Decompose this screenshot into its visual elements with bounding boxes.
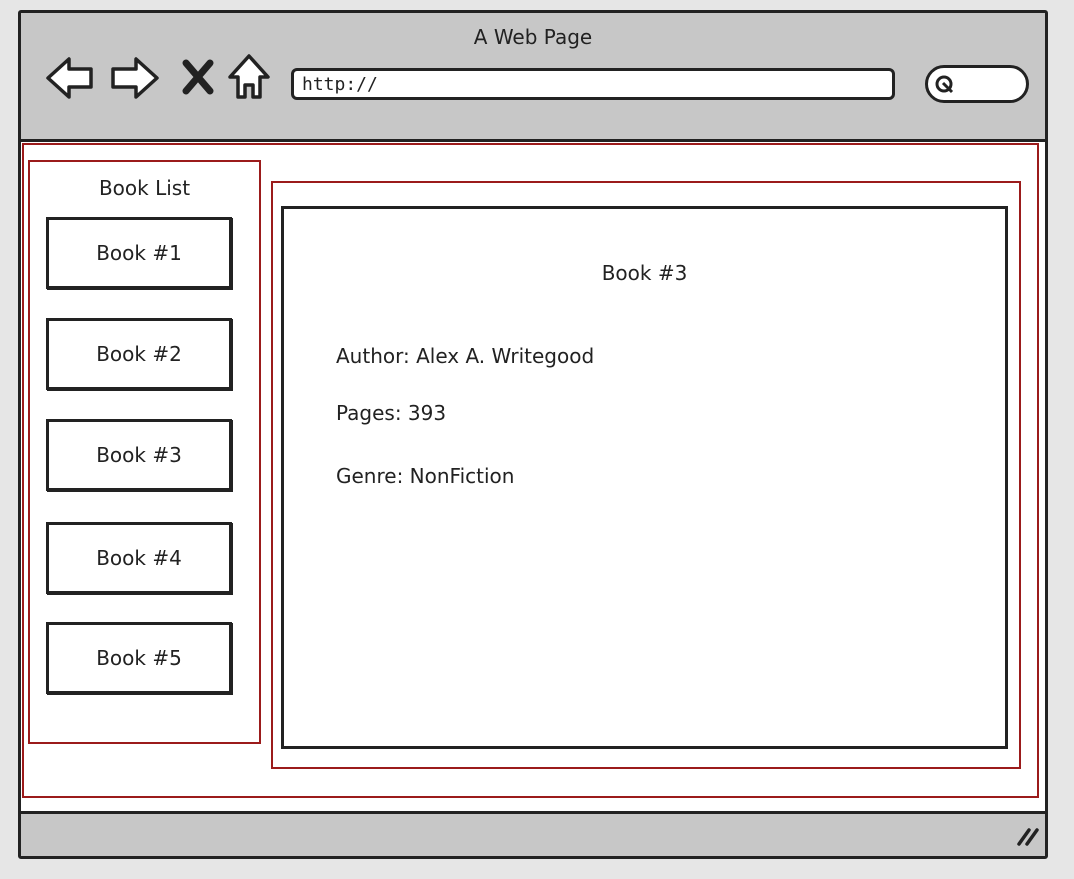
- book-pages: Pages: 393: [336, 401, 447, 425]
- url-text: http://: [302, 74, 378, 95]
- address-bar[interactable]: http://: [291, 68, 895, 100]
- forward-arrow-icon[interactable]: [109, 55, 161, 105]
- book-list-sidebar: Book List Book #1 Book #2 Book #3 Book #…: [28, 160, 261, 744]
- home-icon[interactable]: [227, 53, 271, 105]
- browser-toolbar: A Web Page http://: [21, 13, 1045, 142]
- search-icon: [935, 75, 954, 94]
- book-4-button[interactable]: Book #4: [46, 522, 232, 594]
- book-3-button[interactable]: Book #3: [46, 419, 232, 491]
- book-genre: Genre: NonFiction: [336, 464, 515, 488]
- book-list-title: Book List: [98, 176, 191, 200]
- book-2-button[interactable]: Book #2: [46, 318, 232, 390]
- book-detail-panel: Book #3 Author: Alex A. Writegood Pages:…: [281, 206, 1008, 749]
- book-detail-title: Book #3: [601, 261, 688, 285]
- back-arrow-icon[interactable]: [45, 55, 95, 105]
- window-title: A Web Page: [473, 25, 593, 49]
- status-bar: [21, 811, 1045, 856]
- book-5-button[interactable]: Book #5: [46, 622, 232, 694]
- book-1-button[interactable]: Book #1: [46, 217, 232, 289]
- search-box[interactable]: [925, 65, 1029, 103]
- close-icon[interactable]: [181, 59, 215, 99]
- resize-grip-icon[interactable]: [1015, 824, 1039, 850]
- book-author: Author: Alex A. Writegood: [336, 344, 595, 368]
